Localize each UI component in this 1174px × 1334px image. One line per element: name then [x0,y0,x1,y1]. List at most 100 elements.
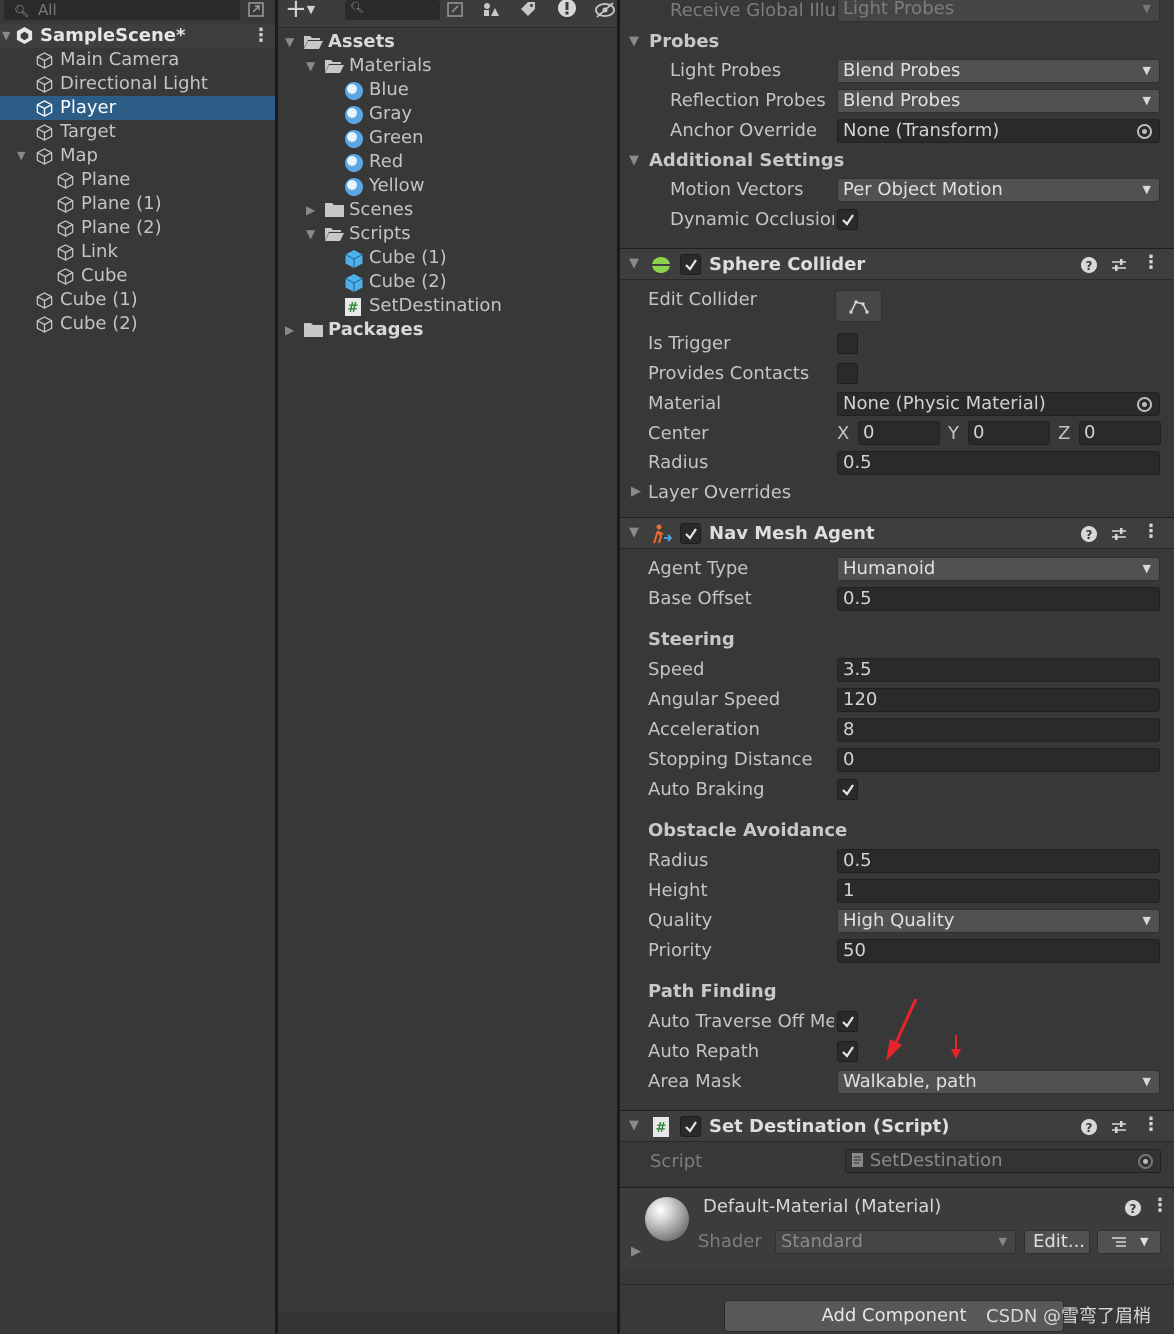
speed-input[interactable]: 3.5 [837,658,1160,682]
set-destination-enabled-checkbox[interactable] [680,1116,701,1137]
area-mask-dropdown[interactable]: Walkable, path ▼ [837,1070,1160,1094]
filter-type-icon[interactable] [480,0,500,20]
reflection-probes-dropdown[interactable]: Blend Probes ▼ [837,89,1160,113]
sphere-collider-header[interactable]: ▼ Sphere Collider ? ⋮ [620,248,1174,280]
provides-contacts-checkbox[interactable] [837,363,858,384]
motion-vectors-dropdown[interactable]: Per Object Motion ▼ [837,178,1160,202]
create-add-button[interactable]: +▼ [285,0,315,24]
scene-menu-icon[interactable]: ⋮ [252,24,270,48]
center-y-input[interactable]: 0 [968,421,1050,445]
component-menu-icon[interactable]: ⋮ [1142,521,1160,542]
expand-arrow-icon[interactable]: ▶ [285,318,294,342]
material-icon [344,153,364,173]
set-destination-header[interactable]: ▼ # Set Destination (Script) ? ⋮ [620,1110,1174,1142]
nav-mesh-agent-header[interactable]: ▼ Nav Mesh Agent ? ⋮ [620,517,1174,549]
scene-row[interactable]: ▼ SampleScene* ⋮ [0,24,275,48]
agent-type-dropdown[interactable]: Humanoid ▼ [837,557,1160,581]
material-menu-icon[interactable]: ⋮ [1151,1195,1169,1216]
hierarchy-item-player[interactable]: Player [0,96,275,120]
radius-input[interactable]: 0.5 [837,451,1160,475]
collapse-arrow-icon[interactable]: ▼ [2,24,10,48]
hierarchy-item-link[interactable]: Link [0,240,275,264]
probes-section-title[interactable]: Probes [649,30,719,54]
hierarchy-item-main-camera[interactable]: Main Camera [0,48,275,72]
shader-dropdown[interactable]: Standard ▼ [775,1230,1016,1254]
filter-label-icon[interactable] [518,0,538,20]
hierarchy-item-target[interactable]: Target [0,120,275,144]
dropdown-caret-icon: ▼ [1142,914,1151,927]
height-input[interactable]: 1 [837,879,1160,903]
collapse-arrow-icon[interactable]: ▼ [306,54,315,78]
component-header-icons: ? ⋮ [1080,521,1164,544]
physic-material-field[interactable]: None (Physic Material) [837,392,1160,416]
collapse-arrow-icon[interactable]: ▼ [306,222,315,246]
base-offset-input[interactable]: 0.5 [837,587,1160,611]
help-icon[interactable]: ? [1080,1118,1098,1136]
auto-repath-checkbox[interactable] [837,1041,858,1062]
auto-braking-checkbox[interactable] [837,779,858,800]
hidden-packages-icon[interactable] [594,0,616,20]
is-trigger-checkbox[interactable] [837,333,858,354]
hierarchy-item-cube[interactable]: Cube [0,264,275,288]
layer-overrides-fold-arrow-icon[interactable]: ▶ [631,484,641,499]
height-label: Height [648,880,708,901]
hierarchy-item-cube-1[interactable]: Cube (1) [0,288,275,312]
additional-settings-title[interactable]: Additional Settings [649,149,844,173]
gameobject-cube-icon [35,291,54,310]
presets-icon[interactable] [1110,1118,1128,1136]
presets-icon[interactable] [1110,256,1128,274]
expand-arrow-icon[interactable]: ▼ [17,144,25,168]
help-icon[interactable]: ? [1080,256,1098,274]
object-picker-icon[interactable] [1137,397,1152,412]
presets-icon[interactable] [1110,525,1128,543]
hierarchy-item-plane-1[interactable]: Plane (1) [0,192,275,216]
component-fold-arrow-icon[interactable]: ▼ [629,525,639,540]
material-fold-arrow-icon[interactable]: ▶ [631,1244,641,1259]
edit-collider-button[interactable] [835,290,882,322]
hierarchy-item-plane[interactable]: Plane [0,168,275,192]
search-by-type-icon[interactable] [445,0,465,20]
probes-fold-arrow-icon[interactable]: ▼ [629,34,639,49]
receive-gi-dropdown[interactable]: Light Probes ▼ [837,0,1160,22]
shader-edit-button[interactable]: Edit... [1024,1230,1090,1254]
quality-dropdown[interactable]: High Quality ▼ [837,909,1160,933]
search-icon: 🔍︎ [14,4,30,18]
obstacle-radius-input[interactable]: 0.5 [837,849,1160,873]
help-icon[interactable]: ? [1124,1199,1142,1217]
anchor-override-field[interactable]: None (Transform) [837,119,1160,143]
component-fold-arrow-icon[interactable]: ▼ [629,256,639,271]
hierarchy-item-cube-2[interactable]: Cube (2) [0,312,275,336]
component-menu-icon[interactable]: ⋮ [1142,1114,1160,1135]
acceleration-input[interactable]: 8 [837,718,1160,742]
component-menu-icon[interactable]: ⋮ [1142,252,1160,273]
auto-traverse-checkbox[interactable] [837,1011,858,1032]
shader-options-button[interactable]: ▼ [1097,1230,1161,1254]
prefab-cube-icon [344,249,364,269]
center-z-input[interactable]: 0 [1079,421,1161,445]
angular-speed-input[interactable]: 120 [837,688,1160,712]
nav-mesh-agent-enabled-checkbox[interactable] [680,523,701,544]
warning-count-icon[interactable] [556,0,578,20]
additional-fold-arrow-icon[interactable]: ▼ [629,153,639,168]
help-icon[interactable]: ? [1080,525,1098,543]
priority-input[interactable]: 50 [837,939,1160,963]
stopping-distance-input[interactable]: 0 [837,748,1160,772]
expand-arrow-icon[interactable]: ▶ [306,198,315,222]
project-search-input[interactable]: 🔍︎ [345,0,440,20]
layer-overrides-label[interactable]: Layer Overrides [648,481,791,505]
angular-speed-label: Angular Speed [648,689,781,710]
hierarchy-item-directional-light[interactable]: Directional Light [0,72,275,96]
center-x-input[interactable]: 0 [858,421,940,445]
component-fold-arrow-icon[interactable]: ▼ [629,1118,639,1133]
hierarchy-item-label: Main Camera [60,49,180,70]
sphere-collider-enabled-checkbox[interactable] [680,254,701,275]
hierarchy-item-plane-2[interactable]: Plane (2) [0,216,275,240]
hierarchy-search-input[interactable]: 🔍︎ All [4,0,240,20]
hierarchy-maximize-icon[interactable] [246,0,266,20]
light-probes-dropdown[interactable]: Blend Probes ▼ [837,59,1160,83]
collapse-arrow-icon[interactable]: ▼ [285,30,294,54]
hierarchy-item-map[interactable]: ▼ Map [0,144,275,168]
dynamic-occlusion-checkbox[interactable] [837,209,858,230]
object-picker-icon[interactable] [1137,124,1152,139]
project-item-label: Red [369,151,404,172]
